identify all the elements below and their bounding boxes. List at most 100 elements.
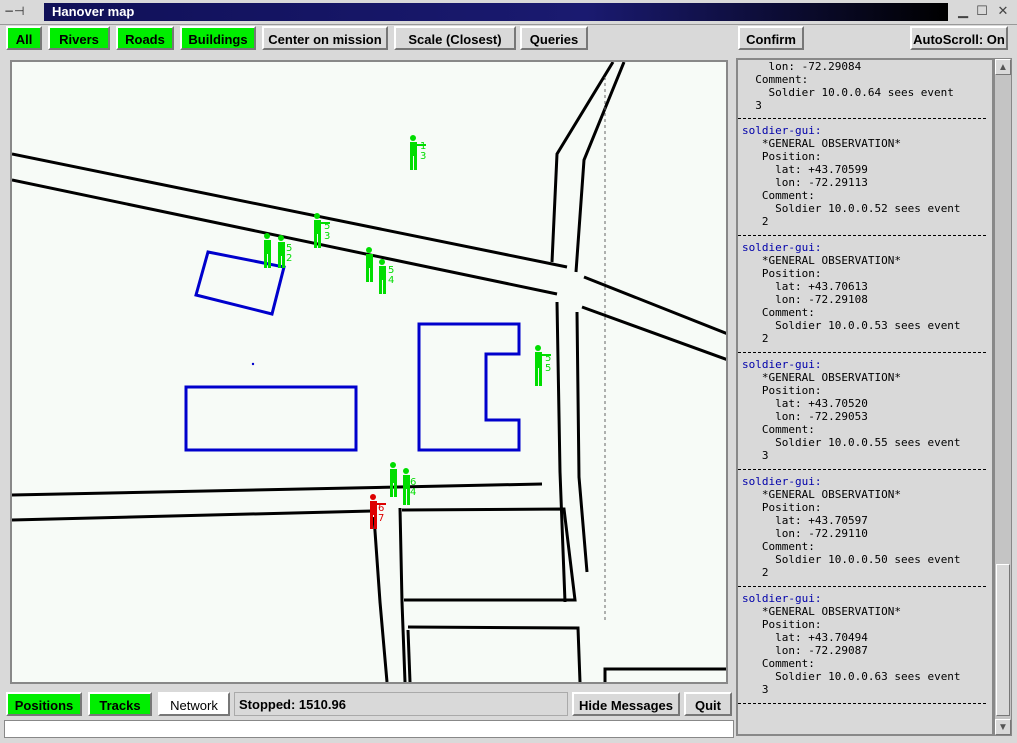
message-source: soldier-gui:	[742, 241, 821, 254]
message-lon-value: -72.29087	[808, 644, 868, 657]
message-separator	[738, 586, 986, 587]
message-comment-value: Soldier 10.0.0.55 sees event	[775, 436, 961, 449]
message-position-label: Position:	[742, 618, 822, 631]
friendly-unit-marker[interactable]: 6 4	[386, 460, 420, 512]
tracks-button[interactable]: Tracks	[88, 692, 152, 716]
message-type-value: *GENERAL OBSERVATION*	[761, 488, 901, 501]
message-source-value: soldier-gui:	[742, 475, 822, 488]
message-log[interactable]: lon: -72.29084 Comment: Soldier 10.0.0.6…	[736, 58, 994, 736]
message-separator	[738, 469, 986, 470]
message-comment-value: Soldier 10.0.0.63 sees event	[775, 670, 961, 683]
message-separator	[738, 703, 986, 704]
message-separator	[738, 118, 986, 119]
message-comment: Soldier 10.0.0.53 sees event	[742, 319, 960, 332]
message-type-value: *GENERAL OBSERVATION*	[761, 137, 901, 150]
message-source: soldier-gui:	[742, 358, 821, 371]
message-position-label: Position:	[742, 150, 822, 163]
message-value-value: 2	[761, 215, 769, 228]
buildings-button[interactable]: Buildings	[180, 26, 256, 50]
message-value-value: 2	[761, 566, 769, 579]
message-partial: lon: -72.29084 Comment: Soldier 10.0.0.6…	[755, 60, 954, 112]
scale-button[interactable]: Scale (Closest)	[394, 26, 516, 50]
message-comment-value: Soldier 10.0.0.52 sees event	[775, 202, 961, 215]
message-comment: Soldier 10.0.0.63 sees event	[742, 670, 961, 683]
message-comment-label: Comment:	[742, 540, 815, 553]
hide-messages-button[interactable]: Hide Messages	[572, 692, 680, 716]
friendly-unit-marker[interactable]: 5 4	[362, 244, 396, 300]
message-comment-value: Soldier 10.0.0.50 sees event	[775, 553, 961, 566]
message-lon: lon: -72.29087	[742, 644, 868, 657]
unit-label: 5 5	[545, 353, 552, 374]
message-lat-value: +43.70597	[808, 514, 868, 527]
map-point	[251, 362, 255, 366]
queries-button[interactable]: Queries	[520, 26, 588, 50]
message-type-value: *GENERAL OBSERVATION*	[761, 605, 901, 618]
friendly-unit-marker[interactable]: 5 5	[530, 342, 552, 394]
message-comment: Soldier 10.0.0.50 sees event	[742, 553, 961, 566]
message-lon: lon: -72.29110	[742, 527, 868, 540]
message-value-value: 3	[761, 449, 769, 462]
message-separator	[738, 235, 986, 236]
message-separator	[738, 352, 986, 353]
message-value: 3	[742, 449, 769, 462]
unit-label: 5 2	[286, 243, 293, 264]
minimize-icon[interactable]: ▁	[954, 3, 972, 21]
message-type: *GENERAL OBSERVATION*	[742, 371, 901, 384]
status-readout: Stopped: 1510.96	[234, 692, 568, 716]
message-lat: lat: +43.70494	[742, 631, 868, 644]
map-canvas[interactable]: 1 3 5 3 5 2 5 4 5 5 6 4 6 7	[10, 60, 728, 684]
center-on-mission-button[interactable]: Center on mission	[262, 26, 388, 50]
window-titlebar[interactable]: −⊣ Hanover map ▁ ☐ ✕	[0, 0, 1017, 25]
pin-icon[interactable]: −⊣	[4, 4, 25, 18]
message-type: *GENERAL OBSERVATION*	[742, 605, 901, 618]
unit-label: 1 3	[420, 141, 427, 162]
friendly-unit-marker[interactable]: 1 3	[406, 132, 428, 176]
message-lat-value: +43.70494	[808, 631, 868, 644]
message-lon: lon: -72.29053	[742, 410, 868, 423]
message-comment-label: Comment:	[742, 306, 815, 319]
message-lat-value: +43.70520	[808, 397, 868, 410]
message-source: soldier-gui:	[742, 592, 821, 605]
autoscroll-button[interactable]: AutoScroll: On	[910, 26, 1008, 50]
message-lon-value: -72.29110	[808, 527, 868, 540]
message-comment-label: Comment:	[742, 189, 815, 202]
message-source-value: soldier-gui:	[742, 592, 822, 605]
quit-button[interactable]: Quit	[684, 692, 732, 716]
message-entry-field[interactable]	[4, 720, 734, 738]
message-lat: lat: +43.70597	[742, 514, 868, 527]
message-source: soldier-gui:	[742, 124, 821, 137]
maximize-icon[interactable]: ☐	[973, 3, 991, 21]
message-scrollbar[interactable]: ▲ ▼	[994, 58, 1012, 736]
scroll-up-icon[interactable]: ▲	[995, 59, 1011, 75]
title-background	[44, 3, 948, 21]
roads-button[interactable]: Roads	[116, 26, 174, 50]
close-icon[interactable]: ✕	[994, 3, 1012, 21]
friendly-unit-marker[interactable]: 5 2	[260, 230, 294, 274]
message-type: *GENERAL OBSERVATION*	[742, 488, 901, 501]
positions-button[interactable]: Positions	[6, 692, 82, 716]
scrollbar-thumb[interactable]	[996, 564, 1010, 716]
confirm-button[interactable]: Confirm	[738, 26, 804, 50]
message-type: *GENERAL OBSERVATION*	[742, 254, 901, 267]
message-value-value: 2	[761, 332, 769, 345]
message-lat: lat: +43.70599	[742, 163, 868, 176]
buildings	[184, 250, 521, 452]
message-source-value: soldier-gui:	[742, 241, 822, 254]
message-value-value: 3	[761, 683, 769, 696]
message-comment: Soldier 10.0.0.52 sees event	[742, 202, 961, 215]
message-value: 2	[742, 332, 769, 345]
message-position-label: Position:	[742, 384, 822, 397]
map-svg	[12, 62, 726, 682]
friendly-unit-marker[interactable]: 5 3	[310, 210, 332, 254]
hostile-unit-marker[interactable]: 6 7	[366, 492, 388, 536]
rivers-button[interactable]: Rivers	[48, 26, 110, 50]
message-lat-value: +43.70599	[808, 163, 868, 176]
scroll-down-icon[interactable]: ▼	[995, 719, 1011, 735]
message-comment-label: Comment:	[742, 657, 815, 670]
unit-label: 5 3	[324, 221, 331, 242]
network-button[interactable]: Network	[158, 692, 230, 716]
message-source-value: soldier-gui:	[742, 124, 822, 137]
all-button[interactable]: All	[6, 26, 42, 50]
message-lon: lon: -72.29113	[742, 176, 868, 189]
message-lat: lat: +43.70613	[742, 280, 868, 293]
